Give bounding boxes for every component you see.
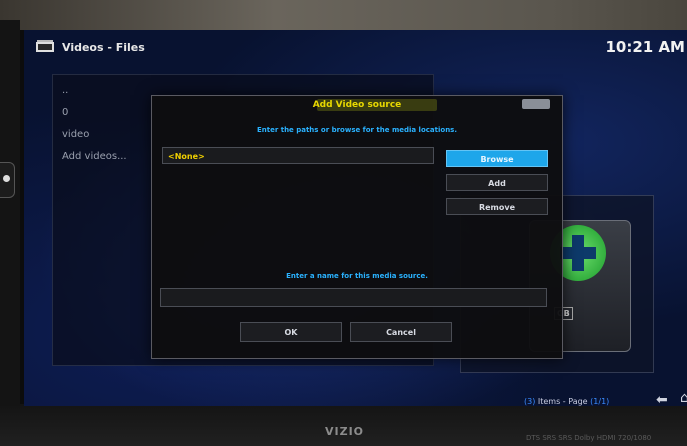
ok-button[interactable]: OK [240,322,342,342]
list-item-0[interactable]: 0 [62,102,127,124]
video-folder-icon [36,40,54,52]
browse-button[interactable]: Browse [446,150,548,167]
dialog-title: Add Video source [312,100,402,110]
path-field[interactable]: <None> [162,147,434,164]
list-item-add-videos[interactable]: Add videos... [62,146,127,168]
menu-dot-icon [3,175,10,182]
clock: 10:21 AM [605,38,685,56]
tv-bezel-left [0,20,20,446]
status-bar: (3) Items - Page (1/1) [524,397,609,406]
add-source-dialog: Add Video source Enter the paths or brow… [151,95,563,359]
add-button[interactable]: Add [446,174,548,191]
home-icon[interactable]: ⌂ [680,390,687,406]
items-label: Items - Page [535,397,591,406]
file-list: .. 0 video Add videos... [62,80,127,168]
side-menu-tab[interactable] [0,162,15,198]
cancel-button[interactable]: Cancel [350,322,452,342]
close-icon[interactable] [522,99,550,109]
source-name-input[interactable] [160,288,547,307]
window-title: Videos - Files [62,41,145,54]
name-field-label: Enter a name for this media source. [286,272,428,280]
wall-background [0,0,687,30]
dialog-instructions: Enter the paths or browse for the media … [256,126,458,134]
tv-brand-logo: VIZIO [325,425,365,438]
back-arrow-icon[interactable]: ⬅ [656,392,668,406]
list-item-video[interactable]: video [62,124,127,146]
page-indicator: (1/1) [590,397,610,406]
item-count: (3) [524,397,536,406]
remove-button[interactable]: Remove [446,198,548,215]
list-item-parent[interactable]: .. [62,80,127,102]
tv-feature-logos: DTS SRS SRS Dolby HDMI 720/1080 [526,434,652,442]
